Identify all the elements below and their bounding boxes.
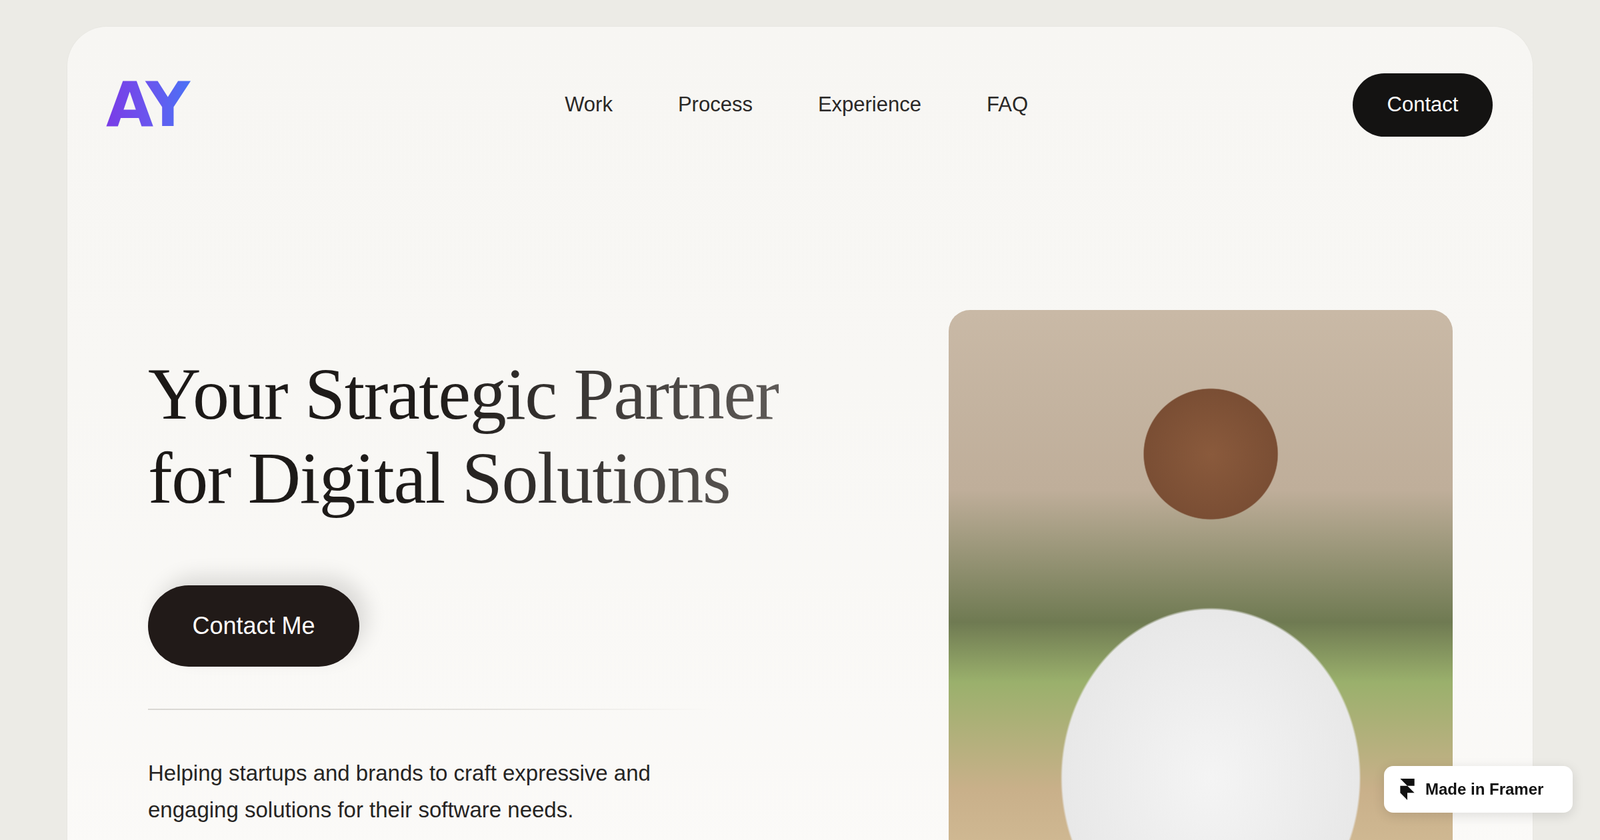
headline-line: for Digital Solutions [148, 437, 779, 522]
headline-line: Your Strategic Partner [148, 353, 779, 438]
hero-text: Your Strategic Partnerfor Digital Soluti… [148, 310, 922, 828]
description: Helping startups and brands to craft exp… [148, 754, 651, 828]
contact-me-button[interactable]: Contact Me [148, 585, 360, 667]
nav-link[interactable]: Work [564, 89, 613, 121]
portrait-photo [948, 310, 1453, 840]
nav-link[interactable]: FAQ [986, 89, 1028, 121]
description-line: Helping startups and brands to craft exp… [148, 754, 651, 792]
divider [148, 708, 715, 710]
framer-icon [1400, 778, 1415, 800]
page-card: AY Work Process Experience FAQ Contact Your St… [67, 26, 1533, 840]
site-header: AY Work Process Experience FAQ Contact [67, 26, 1533, 150]
nav-link[interactable]: Experience [818, 89, 922, 121]
main-nav: Work Process Experience FAQ [564, 89, 1028, 121]
page: AY Work Process Experience FAQ Contact Your St… [0, 0, 1600, 840]
nav-link[interactable]: Process [678, 89, 753, 121]
hero: Your Strategic Partnerfor Digital Soluti… [67, 150, 1533, 840]
badge-label: Made in Framer [1425, 777, 1544, 802]
headline: Your Strategic Partnerfor Digital Soluti… [148, 353, 779, 522]
made-in-framer-badge[interactable]: Made in Framer [1384, 766, 1573, 813]
description-line: engaging solutions for their software ne… [148, 791, 651, 828]
contact-button[interactable]: Contact [1352, 73, 1493, 137]
logo[interactable]: AY [106, 72, 191, 139]
